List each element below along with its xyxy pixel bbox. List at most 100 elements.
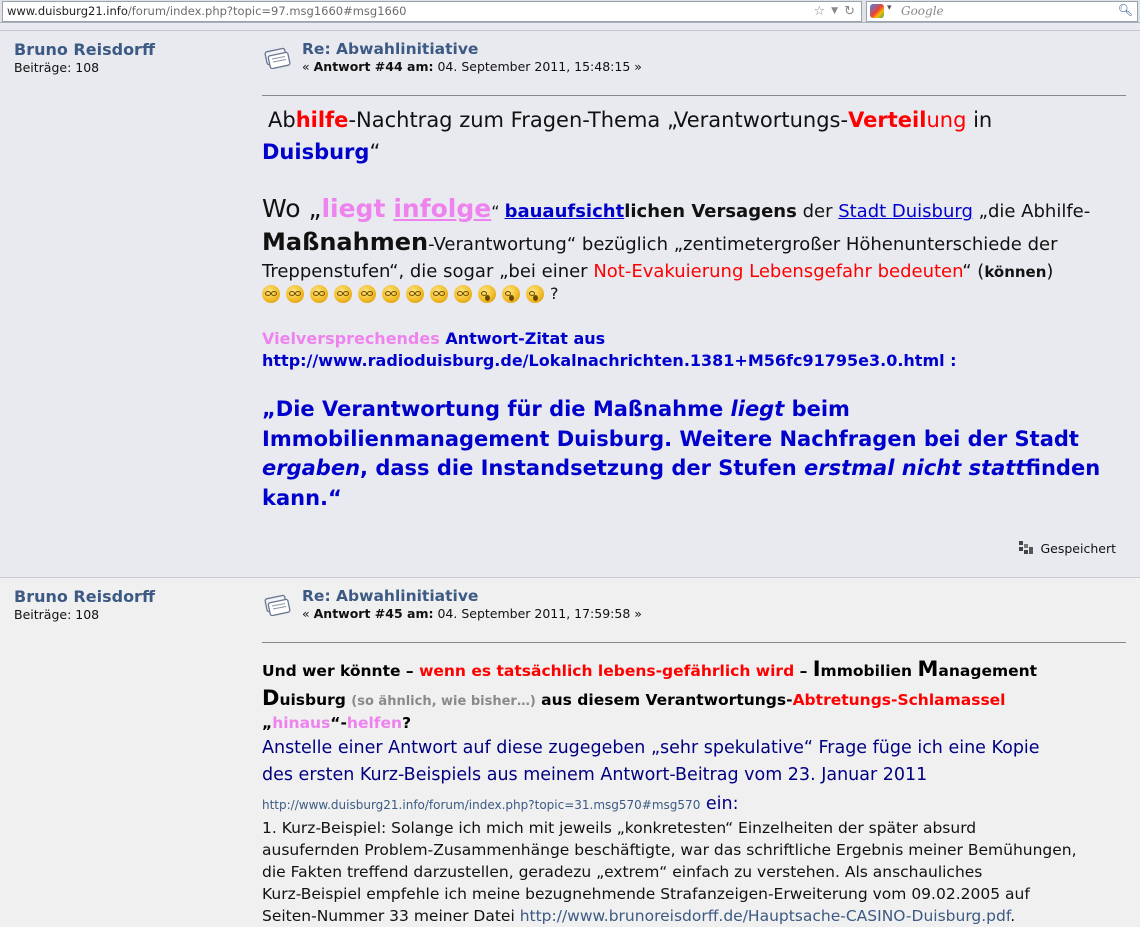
text-fragment: anagement bbox=[938, 662, 1038, 680]
saved-status[interactable]: Gespeichert bbox=[1018, 540, 1116, 556]
post-body-line: Abhilfe-Nachtrag zum Fragen-Thema „Veran… bbox=[268, 108, 992, 132]
smiley-icon bbox=[358, 284, 376, 303]
text-fragment: Antwort-Zitat aus bbox=[439, 329, 606, 348]
text-fragment: “ bbox=[369, 140, 381, 164]
text-fragment: „die Abhilfe- bbox=[972, 201, 1091, 222]
text-fragment: „Die Verantwortung für die Maßnahme bbox=[262, 397, 731, 421]
question-line: Maßnahmen-Verantwortung“ bezüglich „zent… bbox=[262, 228, 1057, 256]
text-fragment: „ bbox=[262, 714, 273, 732]
link-stadt-duisburg[interactable]: Stadt Duisburg bbox=[838, 201, 973, 222]
chevron-down-icon[interactable]: ▾ bbox=[887, 3, 892, 13]
smiley-icon bbox=[262, 284, 280, 303]
author-name[interactable]: Bruno Reisdorff bbox=[14, 40, 155, 59]
browser-toolbar: www.duisburg21.info/forum/index.php?topi… bbox=[0, 0, 1140, 23]
search-icon[interactable]: 🔍︎ bbox=[1118, 3, 1133, 17]
text-fragment: I bbox=[812, 657, 821, 681]
smiley-icon bbox=[430, 284, 448, 303]
message-icon bbox=[264, 47, 291, 69]
text-fragment: “ ( bbox=[962, 261, 985, 282]
question-line: Wo „liegt infolge“ bauaufsichtlichen Ver… bbox=[262, 194, 1090, 223]
search-input[interactable]: ▾ Google 🔍︎ bbox=[866, 1, 1138, 22]
paragraph-line: ausufernden Problem-Zusammenhänge beschä… bbox=[262, 841, 1077, 859]
address-bar[interactable]: www.duisburg21.info/forum/index.php?topi… bbox=[2, 1, 862, 22]
text-fragment: Seiten-Nummer 33 meiner Datei bbox=[262, 907, 520, 925]
text-fragment: ) bbox=[1046, 261, 1054, 282]
smiley-row: ? bbox=[262, 284, 559, 303]
poster-info: Bruno Reisdorff Beiträge: 108 bbox=[14, 40, 155, 75]
message-icon bbox=[264, 594, 291, 616]
text-fragment: Ab bbox=[268, 108, 296, 132]
post-meta: « Antwort #44 am: 04. September 2011, 15… bbox=[302, 59, 642, 74]
text-fragment: -Nachtrag zum Fragen-Thema „Verantwortun… bbox=[348, 108, 849, 132]
divider bbox=[262, 95, 1126, 96]
star-icon[interactable]: ☆ bbox=[814, 2, 826, 21]
text-fragment: wenn es tatsächlich lebens-gefährlich wi… bbox=[419, 662, 795, 680]
divider bbox=[262, 642, 1126, 643]
quote-intro: Vielversprechendes Antwort-Zitat aus bbox=[262, 329, 605, 348]
dropdown-icon[interactable]: ▼ bbox=[831, 2, 838, 21]
text-fragment: liegt bbox=[730, 397, 785, 421]
smiley-icon bbox=[286, 284, 304, 303]
text-fragment: mmobilien bbox=[820, 662, 918, 680]
text-fragment: ung bbox=[926, 108, 967, 132]
reply-number: Antwort #45 am: bbox=[313, 606, 434, 621]
text-fragment: Maßnahmen bbox=[262, 228, 429, 256]
post-body-line: Duisburg“ bbox=[262, 140, 380, 164]
reload-icon[interactable]: ↻ bbox=[844, 2, 855, 21]
text-fragment: Treppenstufen“, die sogar „bei einer bbox=[262, 261, 594, 282]
smiley-icon bbox=[454, 284, 472, 303]
post-subject-link[interactable]: Re: Abwahlinitiative bbox=[302, 587, 478, 605]
text-fragment: “ bbox=[491, 202, 505, 221]
text-fragment: -Verantwortung“ bezüglich „zentimetergro… bbox=[428, 234, 1058, 255]
text-fragment: “- bbox=[330, 714, 347, 732]
text-fragment: finden bbox=[1025, 456, 1101, 480]
text-fragment: aus diesem Verantwortungs- bbox=[535, 691, 793, 709]
reply-number: Antwort #44 am: bbox=[313, 59, 434, 74]
post-subject-link[interactable]: Re: Abwahlinitiative bbox=[302, 40, 478, 58]
text-fragment: helfen bbox=[346, 714, 403, 732]
text-fragment: hinaus bbox=[272, 714, 331, 732]
post-count: Beiträge: 108 bbox=[14, 60, 100, 75]
link-duisburg21-topic[interactable]: http://www.duisburg21.info/forum/index.p… bbox=[262, 798, 700, 812]
quote-source-url[interactable]: http://www.radioduisburg.de/Lokalnachric… bbox=[262, 351, 957, 370]
text-fragment: – bbox=[794, 662, 813, 680]
text-fragment: liegt bbox=[321, 194, 386, 223]
saved-label: Gespeichert bbox=[1040, 540, 1116, 556]
smiley-icon bbox=[382, 284, 400, 303]
text-fragment: Vielversprechendes bbox=[262, 329, 440, 348]
google-icon[interactable] bbox=[870, 4, 884, 18]
question-line: Treppenstufen“, die sogar „bei einer Not… bbox=[262, 261, 1053, 282]
link-casino-pdf[interactable]: http://www.brunoreisdorff.de/Hauptsache-… bbox=[520, 907, 1010, 925]
post-meta: « Antwort #45 am: 04. September 2011, 17… bbox=[302, 606, 642, 621]
text-fragment: infolge bbox=[393, 194, 492, 223]
text-fragment: ein: bbox=[700, 794, 739, 814]
author-name[interactable]: Bruno Reisdorff bbox=[14, 587, 155, 606]
text-fragment: Not-Evakuierung Lebensgefahr bedeuten bbox=[593, 261, 963, 282]
post-date: 04. September 2011, 15:48:15 bbox=[437, 59, 631, 74]
text-fragment: hilfe bbox=[295, 108, 349, 132]
smiley-icon bbox=[334, 284, 352, 303]
quote-line: „Die Verantwortung für die Maßnahme lieg… bbox=[262, 395, 1100, 425]
smiley-icon bbox=[478, 284, 496, 303]
post-date: 04. September 2011, 17:59:58 bbox=[437, 606, 631, 621]
paragraph-line: Kurz-Beispiel empfehle ich meine bezugne… bbox=[262, 885, 1030, 903]
forum-post: Bruno Reisdorff Beiträge: 108 Re: Abwahl… bbox=[0, 577, 1140, 927]
text-fragment: Abtretungs-Schlamassel bbox=[792, 691, 1006, 709]
smiley-icon bbox=[502, 284, 520, 303]
poster-info: Bruno Reisdorff Beiträge: 108 bbox=[14, 587, 155, 622]
text-fragment: Duisburg bbox=[262, 140, 370, 164]
post-body-line: Duisburg (so ähnlich, wie bisher…) aus d… bbox=[262, 686, 1006, 710]
smiley-icon bbox=[526, 284, 544, 303]
link-bauaufsicht[interactable]: bauaufsicht bbox=[505, 201, 625, 222]
smiley-icon bbox=[406, 284, 424, 303]
post-body-line: Und wer könnte – wenn es tatsächlich leb… bbox=[262, 657, 1037, 681]
text-fragment: Und wer könnte – bbox=[262, 662, 420, 680]
quote-line: kann.“ bbox=[262, 485, 342, 510]
paragraph-line: 1. Kurz-Beispiel: Solange ich mich mit j… bbox=[262, 819, 977, 837]
quoted-text: „Die Verantwortung für die Maßnahme lieg… bbox=[262, 395, 1100, 513]
paragraph-line: die Fakten treffend darzustellen, gerade… bbox=[262, 863, 983, 881]
saved-icon bbox=[1019, 541, 1034, 554]
text-fragment: M bbox=[917, 657, 939, 681]
post-body-line: des ersten Kurz-Beispiels aus meinem Ant… bbox=[262, 765, 928, 785]
post-body-line: Anstelle einer Antwort auf diese zugegeb… bbox=[262, 738, 1040, 758]
